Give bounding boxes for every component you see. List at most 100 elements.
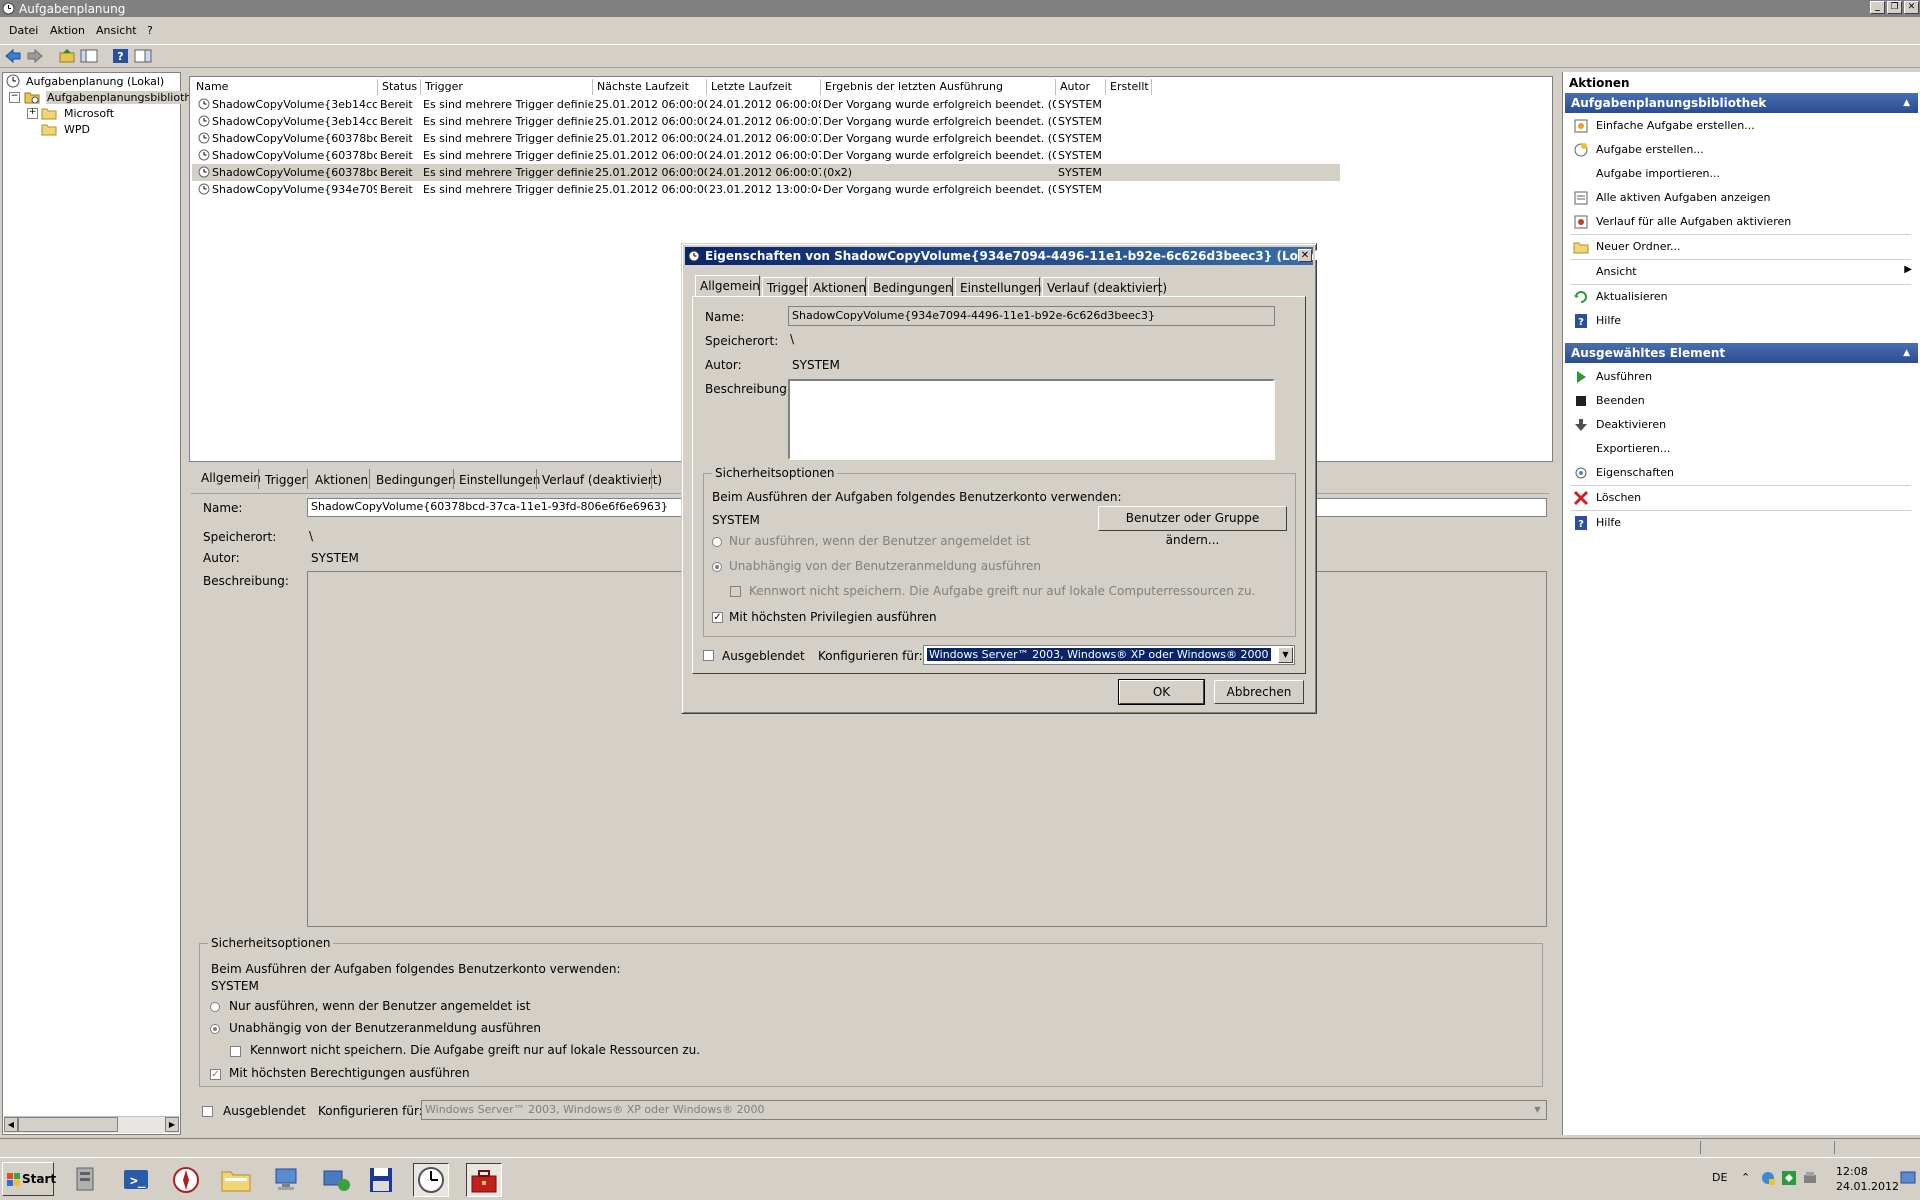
table-row[interactable]: ShadowCopyVolume{3eb14cc5...Bereit Es sin… — [192, 96, 1340, 113]
library-action-item[interactable]: Ansicht ▶ — [1565, 261, 1918, 283]
toolbox-taskbar-button[interactable] — [466, 1163, 502, 1197]
scroll-thumb[interactable] — [18, 1117, 118, 1132]
menu-ansicht[interactable]: Ansicht — [96, 24, 137, 37]
network-computer-icon[interactable] — [268, 1163, 304, 1197]
library-action-item[interactable]: Alle aktiven Aufgaben anzeigen — [1565, 187, 1918, 209]
chevron-down-icon[interactable]: ▼ — [1278, 647, 1293, 663]
back-arrow-icon[interactable] — [4, 48, 22, 64]
dialog-checkbox-highest-privileges[interactable]: ✓ — [712, 612, 723, 623]
menu-datei[interactable]: Datei — [9, 24, 38, 37]
update-tray-icon[interactable] — [1781, 1170, 1797, 1186]
dialog-checkbox-hidden[interactable] — [703, 650, 714, 661]
chevron-down-icon[interactable]: ▼ — [1530, 1102, 1545, 1118]
dialog-tab-trigger[interactable]: Trigger — [762, 277, 808, 297]
column-header-created[interactable]: Erstellt — [1106, 79, 1152, 95]
column-header-next-run[interactable]: Nächste Laufzeit — [593, 79, 707, 95]
tab-allgemein[interactable]: Allgemein — [201, 471, 261, 485]
library-action-item[interactable]: ? Hilfe — [1565, 310, 1918, 332]
library-action-item[interactable]: Verlauf für alle Aufgaben aktivieren — [1565, 211, 1918, 233]
dialog-tab-allgemein[interactable]: Allgemein — [695, 275, 760, 297]
table-row[interactable]: ShadowCopyVolume{60378bcc...Bereit Es sin… — [192, 147, 1340, 164]
dialog-tab-aktionen[interactable]: Aktionen — [808, 277, 866, 297]
start-button[interactable]: Start — [2, 1162, 56, 1196]
column-header-status[interactable]: Status — [378, 79, 421, 95]
browser-icon[interactable] — [168, 1163, 204, 1197]
tree-horizontal-scrollbar[interactable]: ◀ ▶ — [4, 1116, 179, 1133]
save-disk-icon[interactable] — [363, 1163, 399, 1197]
column-header-author[interactable]: Autor — [1056, 79, 1106, 95]
collapse-caret-icon[interactable]: ▲ — [1903, 93, 1910, 113]
dialog-radio-logged-on[interactable] — [712, 537, 722, 547]
table-row[interactable]: ShadowCopyVolume{3eb14cc6...Bereit Es sin… — [192, 113, 1340, 130]
section-header-library[interactable]: Aufgabenplanungsbibliothek ▲ — [1565, 93, 1918, 113]
up-folder-icon[interactable] — [58, 48, 76, 64]
radio-independent[interactable] — [210, 1024, 220, 1034]
clock-time[interactable]: 12:08 — [1836, 1165, 1868, 1178]
library-action-item[interactable]: Aufgabe erstellen... — [1565, 139, 1918, 161]
dialog-radio-independent[interactable] — [712, 562, 722, 572]
show-hide-tree-icon[interactable] — [80, 48, 98, 64]
section-header-selected[interactable]: Ausgewähltes Element ▲ — [1565, 343, 1918, 363]
powershell-icon[interactable]: >_ — [118, 1163, 154, 1197]
selected-action-item[interactable]: Löschen — [1565, 487, 1918, 509]
explorer-folder-icon[interactable] — [218, 1163, 254, 1197]
library-action-item[interactable]: Aktualisieren — [1565, 286, 1918, 308]
restore-button[interactable]: ❐ — [1887, 1, 1902, 14]
table-row[interactable]: ShadowCopyVolume{60378bcb...Bereit Es sin… — [192, 130, 1340, 147]
minimize-button[interactable]: _ — [1870, 1, 1885, 14]
dialog-configure-for-select[interactable]: Windows Server™ 2003, Windows® XP oder W… — [923, 645, 1295, 665]
clock-date[interactable]: 24.01.2012 — [1836, 1180, 1899, 1193]
table-row[interactable]: ShadowCopyVolume{60378bcd...Bereit Es sin… — [192, 164, 1340, 181]
volume-tray-icon[interactable] — [1802, 1170, 1818, 1186]
menu-aktion[interactable]: Aktion — [50, 24, 85, 37]
radio-logged-on[interactable] — [210, 1002, 220, 1012]
column-header-last-run[interactable]: Letzte Laufzeit — [707, 79, 821, 95]
column-header-trigger[interactable]: Trigger — [421, 79, 593, 95]
selected-action-item[interactable]: Exportieren... — [1565, 438, 1918, 460]
library-action-item[interactable]: Neuer Ordner... — [1565, 236, 1918, 258]
server-manager-icon[interactable] — [68, 1163, 104, 1197]
library-action-item[interactable]: Einfache Aufgabe erstellen... — [1565, 115, 1918, 137]
selected-action-item[interactable]: Beenden — [1565, 390, 1918, 412]
show-hidden-icons-icon[interactable]: ⌃ — [1741, 1171, 1750, 1184]
column-header-name[interactable]: Name — [192, 79, 378, 95]
dialog-title-bar[interactable]: Eigenschaften von ShadowCopyVolume{934e7… — [685, 247, 1408, 265]
configure-for-select[interactable]: Windows Server™ 2003, Windows® XP oder W… — [421, 1100, 1547, 1120]
language-indicator[interactable]: DE — [1712, 1171, 1727, 1184]
help-icon[interactable]: ? — [112, 48, 130, 64]
dialog-tab-verlauf[interactable]: Verlauf (deaktiviert) — [1042, 277, 1167, 297]
table-row[interactable]: ShadowCopyVolume{934e7094...Bereit Es sin… — [192, 181, 1340, 198]
dialog-description-field[interactable] — [788, 379, 1275, 460]
remote-desktop-icon[interactable] — [318, 1163, 354, 1197]
window-title-bar[interactable]: Aufgabenplanung _ ❐ ✕ — [0, 0, 1920, 17]
ok-button[interactable]: OK — [1118, 679, 1205, 705]
checkbox-no-password[interactable] — [230, 1046, 241, 1057]
change-user-button[interactable]: Benutzer oder Gruppe ändern... — [1098, 506, 1287, 547]
dialog-close-button[interactable]: ✕ — [1298, 249, 1312, 262]
scroll-right-icon[interactable]: ▶ — [165, 1117, 179, 1132]
library-action-item[interactable]: Aufgabe importieren... — [1565, 163, 1918, 185]
selected-action-item[interactable]: Eigenschaften — [1565, 462, 1918, 484]
network-tray-icon[interactable] — [1760, 1170, 1776, 1186]
scroll-left-icon[interactable]: ◀ — [4, 1117, 18, 1132]
dialog-tab-bedingungen[interactable]: Bedingungen — [868, 277, 953, 297]
collapse-caret-icon[interactable]: ▲ — [1903, 343, 1910, 363]
selected-action-item[interactable]: ? Hilfe — [1565, 512, 1918, 534]
tab-trigger[interactable]: Trigger — [265, 473, 306, 487]
collapse-toggle-icon[interactable]: − — [9, 92, 20, 103]
cancel-button[interactable]: Abbrechen — [1214, 680, 1304, 704]
close-button[interactable]: ✕ — [1904, 1, 1919, 14]
dialog-name-field[interactable]: ShadowCopyVolume{934e7094-4496-11e1-b92e… — [788, 306, 1275, 326]
expand-toggle-icon[interactable]: + — [27, 108, 38, 119]
checkbox-highest-privileges[interactable]: ✓ — [210, 1069, 221, 1080]
task-scheduler-taskbar-button[interactable] — [413, 1163, 449, 1197]
tab-verlauf[interactable]: Verlauf (deaktiviert) — [542, 473, 662, 487]
forward-arrow-icon[interactable] — [26, 48, 44, 64]
column-header-result[interactable]: Ergebnis der letzten Ausführung — [821, 79, 1056, 95]
dialog-checkbox-no-password[interactable] — [730, 586, 741, 597]
menu-help[interactable]: ? — [147, 24, 153, 37]
selected-action-item[interactable]: Deaktivieren — [1565, 414, 1918, 436]
tab-einstellungen[interactable]: Einstellungen — [459, 473, 540, 487]
show-action-pane-icon[interactable] — [134, 48, 152, 64]
dialog-tab-einstellungen[interactable]: Einstellungen — [955, 277, 1041, 297]
